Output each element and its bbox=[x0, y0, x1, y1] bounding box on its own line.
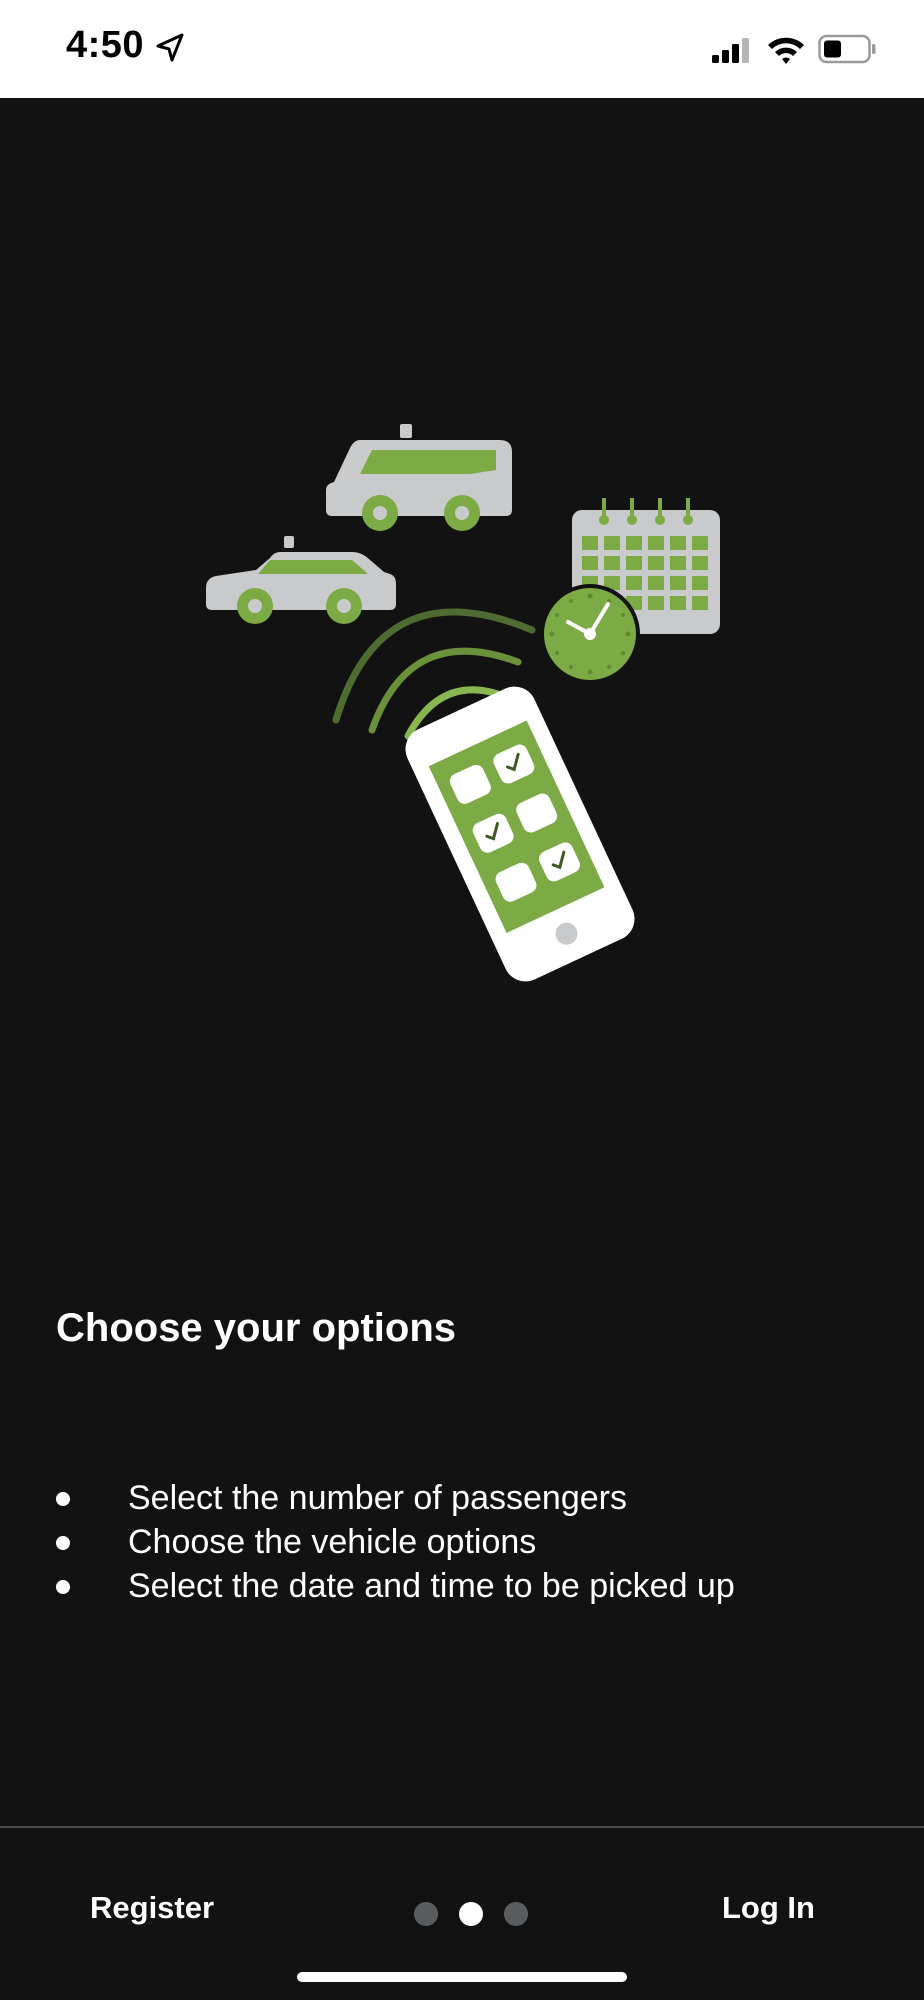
page-dot-3[interactable] bbox=[504, 1902, 528, 1926]
bullet-icon bbox=[56, 1536, 70, 1550]
register-button[interactable]: Register bbox=[90, 1890, 214, 1926]
status-time: 4:50 bbox=[66, 24, 145, 66]
bullet-icon bbox=[56, 1580, 70, 1594]
bullet-icon bbox=[56, 1492, 70, 1506]
footer-divider bbox=[0, 1826, 924, 1828]
list-item: Select the date and time to be picked up bbox=[56, 1564, 735, 1608]
feature-list: Select the number of passengers Choose t… bbox=[56, 1476, 735, 1608]
smartphone-icon bbox=[405, 686, 635, 982]
onboarding-illustration bbox=[206, 424, 720, 982]
battery-icon bbox=[818, 34, 876, 64]
page-dot-1[interactable] bbox=[414, 1902, 438, 1926]
location-arrow-icon bbox=[156, 33, 184, 62]
clock-icon bbox=[540, 584, 640, 684]
list-item-text: Select the number of passengers bbox=[128, 1479, 627, 1517]
status-bar: 4:50 bbox=[0, 0, 924, 98]
page-indicator[interactable] bbox=[414, 1902, 534, 1926]
list-item-text: Choose the vehicle options bbox=[128, 1523, 537, 1561]
home-indicator bbox=[297, 1972, 627, 1982]
list-item-text: Select the date and time to be picked up bbox=[128, 1567, 735, 1605]
cellular-signal-icon bbox=[712, 38, 749, 63]
page-title: Choose your options bbox=[56, 1306, 456, 1350]
taxi-car-icon bbox=[206, 536, 396, 624]
login-button[interactable]: Log In bbox=[722, 1890, 815, 1926]
list-item: Choose the vehicle options bbox=[56, 1520, 735, 1564]
page-dot-2-active[interactable] bbox=[459, 1902, 483, 1926]
wifi-icon bbox=[768, 37, 804, 64]
list-item: Select the number of passengers bbox=[56, 1476, 735, 1520]
taxi-van-icon bbox=[326, 424, 512, 531]
